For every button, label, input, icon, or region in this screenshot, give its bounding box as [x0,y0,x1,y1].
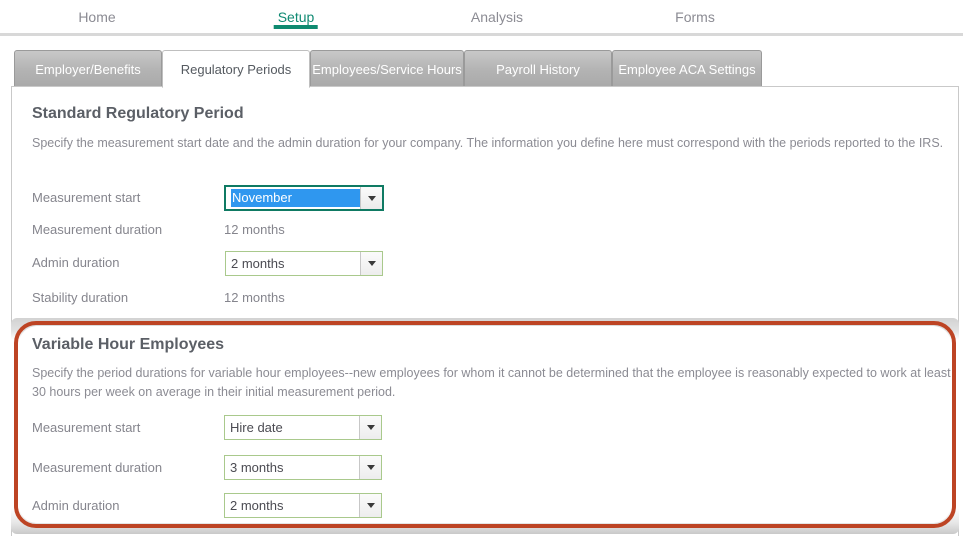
variable-measurement-duration-label: Measurement duration [32,460,163,475]
variable-measurement-start-label: Measurement start [32,420,141,435]
nav-item-forms-label: Forms [675,9,715,25]
chevron-down-icon[interactable] [359,494,381,517]
standard-admin-duration-select[interactable]: 2 months [225,251,383,276]
standard-measurement-start-value: November [231,189,360,207]
variable-hour-section: Variable Hour Employees Specify the peri… [19,326,951,523]
standard-admin-duration-value-wrap: 2 months [226,252,360,275]
nav-active-underline [274,25,318,29]
tab-employees-service-hours-label: Employees/Service Hours [312,61,462,77]
nav-item-analysis-label: Analysis [470,9,524,25]
variable-measurement-start-value-wrap: Hire date [225,416,359,439]
chevron-down-icon[interactable] [360,252,382,275]
nav-item-setup-label: Setup [277,9,315,25]
standard-measurement-start-label: Measurement start [32,190,141,205]
tab-regulatory-periods-label: Regulatory Periods [180,61,292,77]
tab-employees-service-hours[interactable]: Employees/Service Hours [310,50,464,87]
standard-admin-duration-value: 2 months [231,256,285,271]
chevron-down-icon[interactable] [359,416,381,439]
standard-section-description: Specify the measurement start date and t… [32,136,944,150]
tab-payroll-history-label: Payroll History [496,61,580,77]
variable-section-description: Specify the period durations for variabl… [32,366,951,399]
nav-item-home[interactable]: Home [78,8,115,26]
sub-tab-strip: Employer/Benefits Regulatory Periods Emp… [0,50,963,88]
nav-item-home-label: Home [78,9,116,25]
standard-measurement-duration-label: Measurement duration [32,222,163,237]
tab-employer-benefits[interactable]: Employer/Benefits [14,50,162,87]
chevron-down-icon[interactable] [359,456,381,479]
variable-measurement-start-value: Hire date [230,420,283,435]
nav-item-setup[interactable]: Setup [274,8,318,29]
variable-measurement-duration-value: 3 months [230,460,284,475]
variable-admin-duration-label: Admin duration [32,498,120,513]
tab-payroll-history[interactable]: Payroll History [464,50,612,87]
standard-measurement-start-value-wrap: November [226,187,360,209]
variable-measurement-duration-select[interactable]: 3 months [224,455,382,480]
chevron-down-icon[interactable] [360,187,382,209]
nav-item-analysis[interactable]: Analysis [471,8,523,26]
variable-measurement-start-select[interactable]: Hire date [224,415,382,440]
standard-measurement-start-select[interactable]: November [224,185,384,211]
tab-employee-aca-settings-label: Employee ACA Settings [618,61,756,77]
standard-section-heading: Standard Regulatory Period [32,105,244,122]
variable-measurement-duration-value-wrap: 3 months [225,456,359,479]
nav-item-forms[interactable]: Forms [675,8,715,26]
variable-admin-duration-select[interactable]: 2 months [224,493,382,518]
primary-navigation-bar: Home Setup Analysis Forms [0,0,963,36]
variable-admin-duration-value: 2 months [230,498,284,513]
standard-stability-duration-label: Stability duration [32,290,129,305]
standard-stability-duration-value: 12 months [224,290,285,305]
tab-employer-benefits-label: Employer/Benefits [35,61,141,77]
variable-admin-duration-value-wrap: 2 months [225,494,359,517]
standard-measurement-duration-value: 12 months [224,222,285,237]
standard-admin-duration-label: Admin duration [32,255,120,270]
variable-section-heading: Variable Hour Employees [32,336,225,353]
tab-employee-aca-settings[interactable]: Employee ACA Settings [612,50,762,87]
tab-regulatory-periods[interactable]: Regulatory Periods [162,50,310,88]
